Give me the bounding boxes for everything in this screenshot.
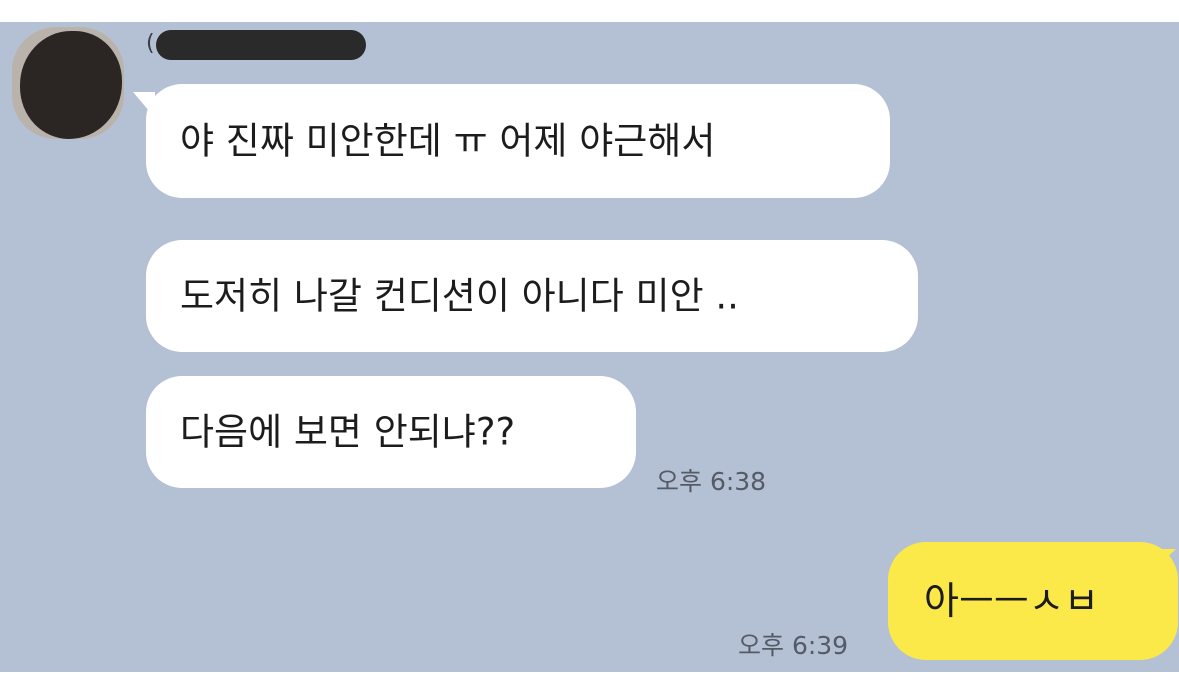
bubble-tail-right xyxy=(1148,549,1176,575)
sender-name-redaction xyxy=(156,30,366,60)
message-bubble-received[interactable]: 도저히 나갈 컨디션이 아니다 미안 .. xyxy=(146,240,918,352)
sender-name-fragment: ( xyxy=(146,31,155,56)
message-timestamp: 오후 6:38 xyxy=(656,467,767,496)
message-bubble-received[interactable]: 다음에 보면 안되냐?? xyxy=(146,376,636,488)
message-text: 도저히 나갈 컨디션이 아니다 미안 .. xyxy=(180,274,739,318)
message-bubble-received[interactable]: 야 진짜 미안한데 ㅠ 어제 야근해서 xyxy=(146,84,890,198)
message-timestamp: 오후 6:39 xyxy=(738,631,849,660)
message-text: 야 진짜 미안한데 ㅠ 어제 야근해서 xyxy=(180,119,716,163)
sender-avatar[interactable] xyxy=(12,27,124,139)
chat-room: ( 야 진짜 미안한데 ㅠ 어제 야근해서 도저히 나갈 컨디션이 아니다 미안… xyxy=(0,22,1179,672)
avatar-redaction xyxy=(20,31,122,139)
message-text: 아ㅡㅡㅅㅂ xyxy=(924,579,1099,623)
message-bubble-sent[interactable]: 아ㅡㅡㅅㅂ xyxy=(888,542,1178,660)
message-text: 다음에 보면 안되냐?? xyxy=(180,410,516,454)
